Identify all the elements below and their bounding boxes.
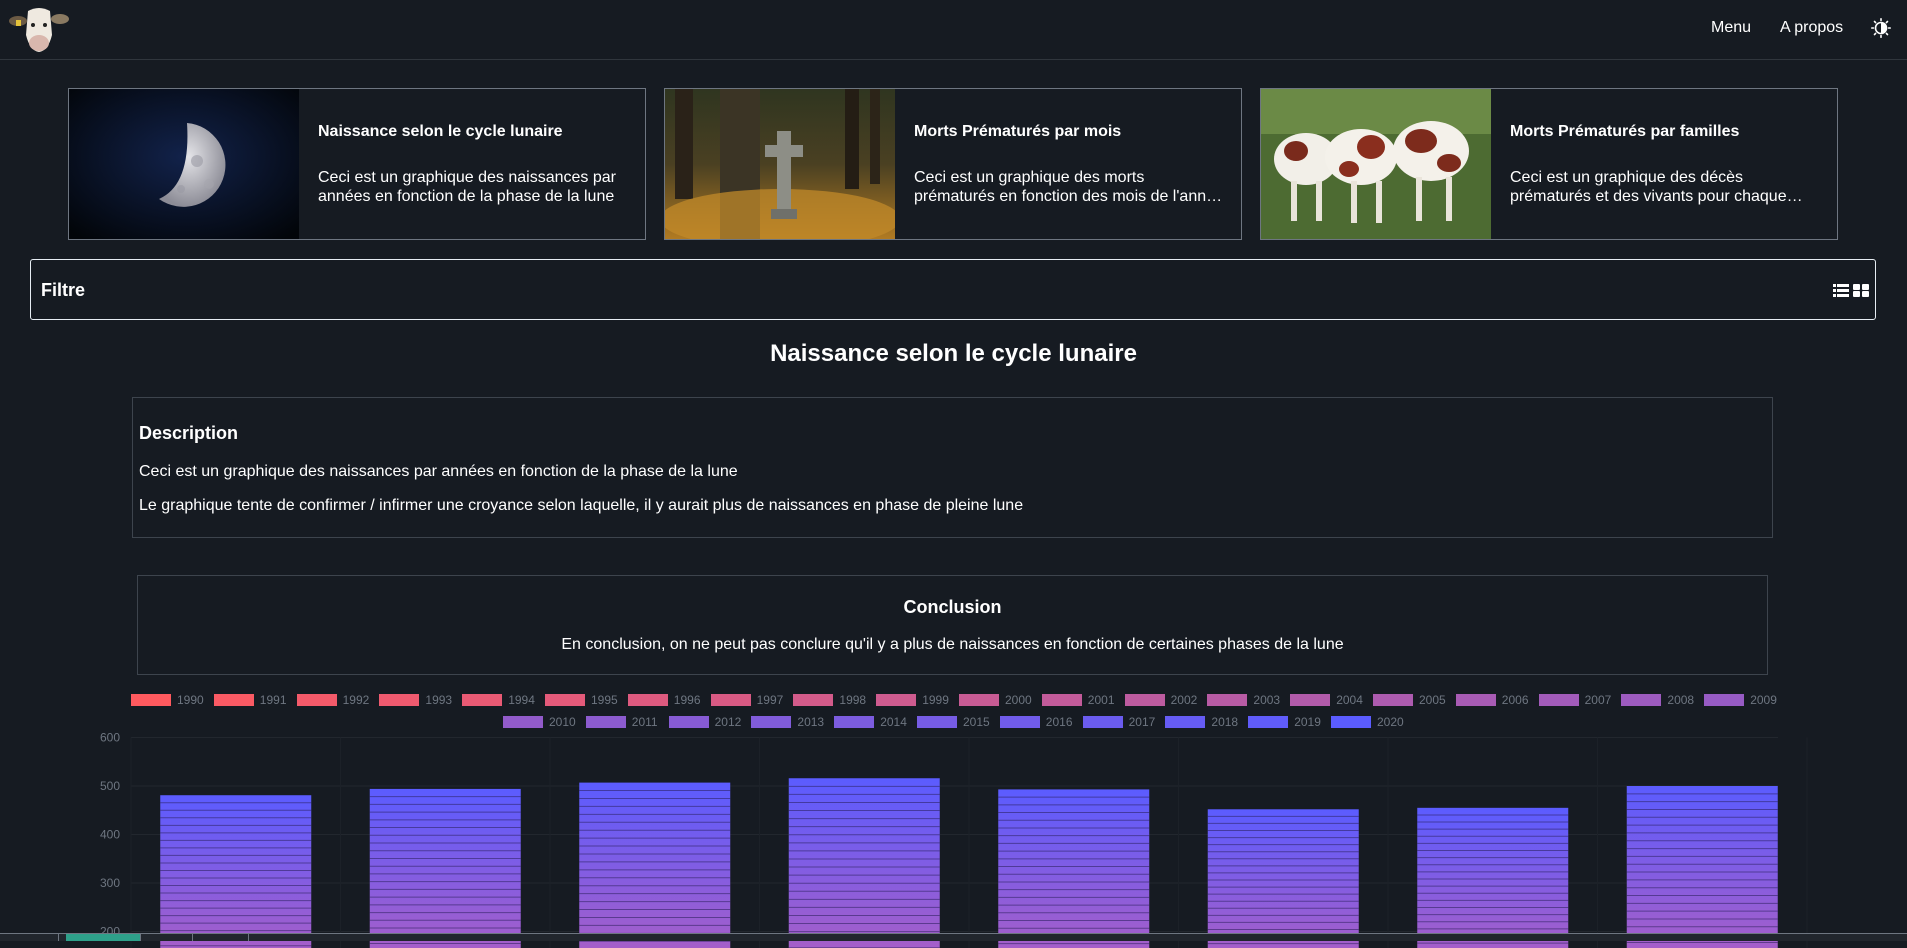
y-tick-label: 300 [100,876,120,890]
card-text: Ceci est un graphique des décès prématur… [1510,169,1787,205]
filter-panel[interactable]: Filtre [30,259,1876,320]
card-title: Morts Prématurés par mois [914,123,1122,140]
menu-link[interactable]: Menu [1711,19,1751,37]
card-text: Ceci est un graphique des naissances par… [318,169,616,205]
description-heading: Description [139,423,239,443]
stacked-bar [1626,786,1778,948]
moon-photo [69,89,299,239]
y-tick-label: 500 [100,779,120,793]
y-tick-label: 600 [100,731,120,745]
filter-label: Filtre [41,280,86,300]
page-title: Naissance selon le cycle lunaire [770,340,1137,367]
card-title: Morts Prématurés par familles [1510,123,1740,140]
chart-plot-area: 200300400500600 [100,731,1808,948]
about-link[interactable]: A propos [1780,19,1843,37]
conclusion-box: Conclusion En conclusion, on ne peut pas… [137,575,1768,675]
calves-photo [1261,89,1491,239]
card-lunar-births[interactable]: Naissance selon le cycle lunaire Ceci es… [68,88,646,240]
top-navbar: Menu A propos [0,0,1907,60]
description-box: Description Ceci est un graphique des na… [132,397,1773,538]
card-title: Naissance selon le cycle lunaire [318,123,563,140]
cow-logo-icon[interactable] [8,5,70,53]
grid-view-icon[interactable] [1853,284,1869,297]
y-tick-label: 400 [100,828,120,842]
conclusion-text: En conclusion, on ne peut pas conclure q… [561,636,1344,653]
stacked-bar [998,789,1150,948]
theme-toggle-icon[interactable] [1871,18,1892,39]
stacked-bar [369,788,521,948]
card-text: Ceci est un graphique des morts prématur… [914,169,1224,205]
card-deaths-by-family[interactable]: Morts Prématurés par familles Ceci est u… [1260,88,1838,240]
card-deaths-by-month[interactable]: Morts Prématurés par mois Ceci est un gr… [664,88,1242,240]
list-view-icon[interactable] [1833,284,1849,297]
stacked-bar [579,782,731,948]
stacked-bar [788,778,940,948]
description-line: Ceci est un graphique des naissances par… [139,463,738,480]
conclusion-heading: Conclusion [903,597,1002,617]
description-line: Le graphique tente de confirmer / infirm… [139,497,1024,514]
cemetery-photo [665,89,895,239]
